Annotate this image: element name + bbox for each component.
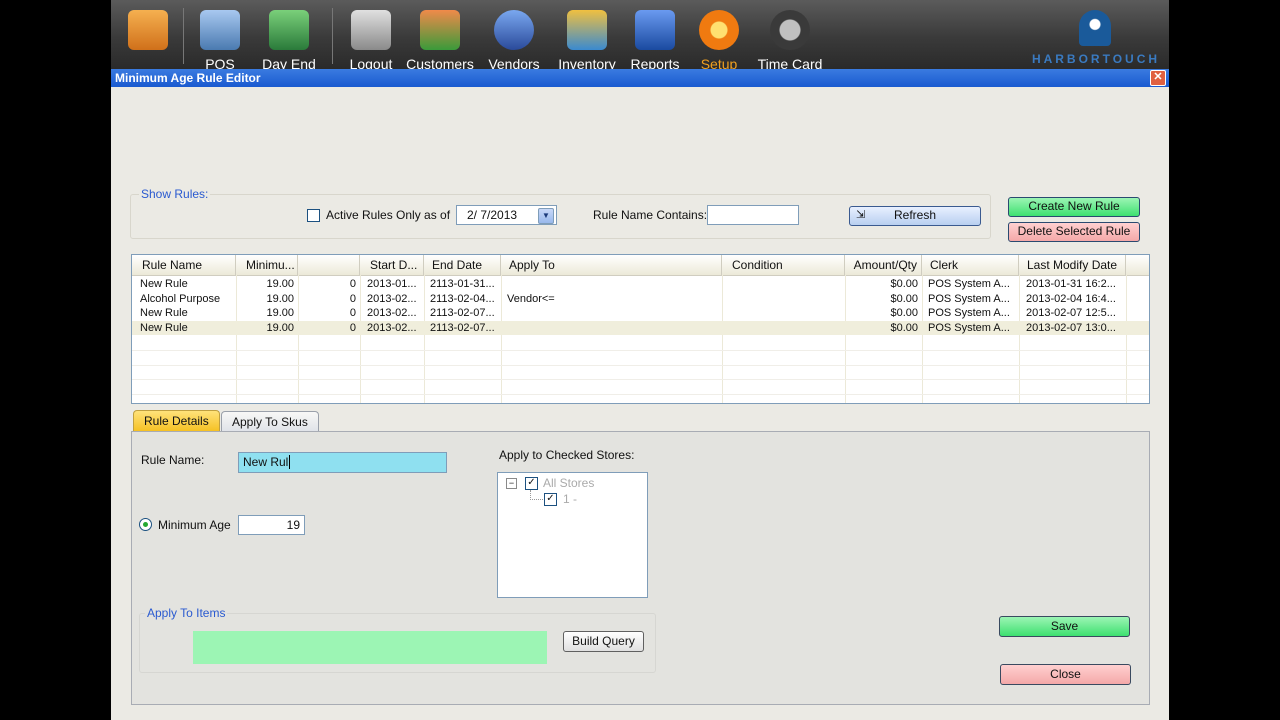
vendors-button[interactable]: Vendors: [479, 4, 549, 72]
window-title: Minimum Age Rule Editor: [115, 71, 261, 85]
tab-apply-to-skus[interactable]: Apply To Skus: [221, 411, 319, 432]
col-minimum[interactable]: Minimu...: [236, 255, 298, 275]
col-condition[interactable]: Condition: [722, 255, 845, 275]
stores-tree[interactable]: − ✓ All Stores ✓ 1 -: [497, 472, 648, 598]
harbortouch-logo: HARBORTOUCH: [1031, 8, 1161, 66]
day-end-button[interactable]: Day End: [254, 4, 324, 72]
rules-grid[interactable]: Rule Name Minimu... Start D... End Date …: [131, 254, 1150, 404]
date-value: 2/ 7/2013: [467, 208, 518, 222]
col-blank[interactable]: [298, 255, 360, 275]
all-stores-checkbox[interactable]: ✓: [525, 477, 538, 490]
grid-header: Rule Name Minimu... Start D... End Date …: [132, 255, 1149, 276]
time-card-button[interactable]: Time Card: [755, 4, 825, 72]
stores-label: Apply to Checked Stores:: [499, 448, 635, 462]
editor-client-area: Show Rules: Active Rules Only as of 2/ 7…: [111, 87, 1169, 720]
close-button[interactable]: Close: [1000, 664, 1131, 685]
inventory-button[interactable]: Inventory: [552, 4, 622, 72]
refresh-icon: ⇲: [856, 209, 866, 221]
table-row[interactable]: New Rule 19.00 0 2013-01... 2113-01-31..…: [132, 277, 1149, 291]
minimum-age-radio[interactable]: [139, 518, 152, 531]
col-apply-to[interactable]: Apply To: [501, 255, 722, 275]
table-row[interactable]: New Rule 19.00 0 2013-02... 2113-02-07..…: [132, 306, 1149, 320]
rule-name-value: New Rul: [243, 455, 289, 469]
padlock-icon: [351, 10, 391, 50]
active-rules-label: Active Rules Only as of: [326, 208, 451, 222]
refresh-button[interactable]: ⇲ Refresh: [849, 206, 981, 226]
store-1-checkbox[interactable]: ✓: [544, 493, 557, 506]
build-query-button[interactable]: Build Query: [563, 631, 644, 652]
home-button[interactable]: [113, 4, 183, 70]
customers-icon: [420, 10, 460, 50]
apply-to-items-title: Apply To Items: [145, 606, 228, 620]
customers-button[interactable]: Customers: [405, 4, 475, 72]
delete-selected-rule-button[interactable]: Delete Selected Rule: [1008, 222, 1140, 242]
table-row[interactable]: Alcohol Purpose 19.00 0 2013-02... 2113-…: [132, 292, 1149, 306]
col-rule-name[interactable]: Rule Name: [132, 255, 236, 275]
col-end-date[interactable]: End Date: [424, 255, 501, 275]
col-amount-qty[interactable]: Amount/Qty: [845, 255, 922, 275]
tab-rule-details[interactable]: Rule Details: [133, 410, 220, 432]
table-row-selected[interactable]: New Rule 19.00 0 2013-02... 2113-02-07..…: [132, 321, 1149, 335]
pos-button[interactable]: POS: [185, 4, 255, 72]
create-new-rule-button[interactable]: Create New Rule: [1008, 197, 1140, 217]
reports-button[interactable]: Reports: [620, 4, 690, 72]
refresh-label: Refresh: [893, 208, 937, 222]
show-rules-title: Show Rules:: [139, 187, 211, 201]
rule-name-label: Rule Name:: [141, 453, 205, 467]
logo-text: HARBORTOUCH: [1031, 52, 1161, 66]
lighthouse-icon: [1079, 10, 1111, 46]
collapse-toggle-icon[interactable]: −: [506, 478, 517, 489]
reports-icon: [635, 10, 675, 50]
calendar-dropdown-icon[interactable]: ▼: [538, 208, 554, 224]
active-rules-checkbox[interactable]: [307, 209, 320, 222]
main-toolbar: POS Day End Logout Customers Vendors Inv…: [111, 0, 1169, 72]
col-last-modify-date[interactable]: Last Modify Date: [1019, 255, 1126, 275]
minimum-age-input[interactable]: 19: [238, 515, 305, 535]
day-end-icon: [269, 10, 309, 50]
clock-icon: [770, 10, 810, 50]
date-picker[interactable]: 2/ 7/2013 ▼: [456, 205, 557, 225]
home-icon: [128, 10, 168, 50]
col-clerk[interactable]: Clerk: [922, 255, 1019, 275]
store-1-label: 1 -: [563, 492, 578, 506]
inventory-boxes-icon: [567, 10, 607, 50]
rule-name-contains-label: Rule Name Contains:: [593, 208, 708, 222]
rule-name-input[interactable]: New Rul: [238, 452, 447, 473]
pos-terminal-icon: [200, 10, 240, 50]
minimum-age-label: Minimum Age: [158, 518, 231, 532]
query-display-box: [193, 631, 547, 664]
logout-button[interactable]: Logout: [336, 4, 406, 72]
gear-icon: [699, 10, 739, 50]
window-titlebar: Minimum Age Rule Editor ✕: [111, 69, 1169, 87]
all-stores-label: All Stores: [543, 476, 595, 490]
col-start-date[interactable]: Start D...: [360, 255, 424, 275]
setup-button[interactable]: Setup: [684, 4, 754, 72]
app-window: POS Day End Logout Customers Vendors Inv…: [111, 0, 1169, 720]
save-button[interactable]: Save: [999, 616, 1130, 637]
vendor-icon: [494, 10, 534, 50]
rule-name-search-input[interactable]: [707, 205, 799, 225]
window-close-button[interactable]: ✕: [1150, 70, 1166, 86]
